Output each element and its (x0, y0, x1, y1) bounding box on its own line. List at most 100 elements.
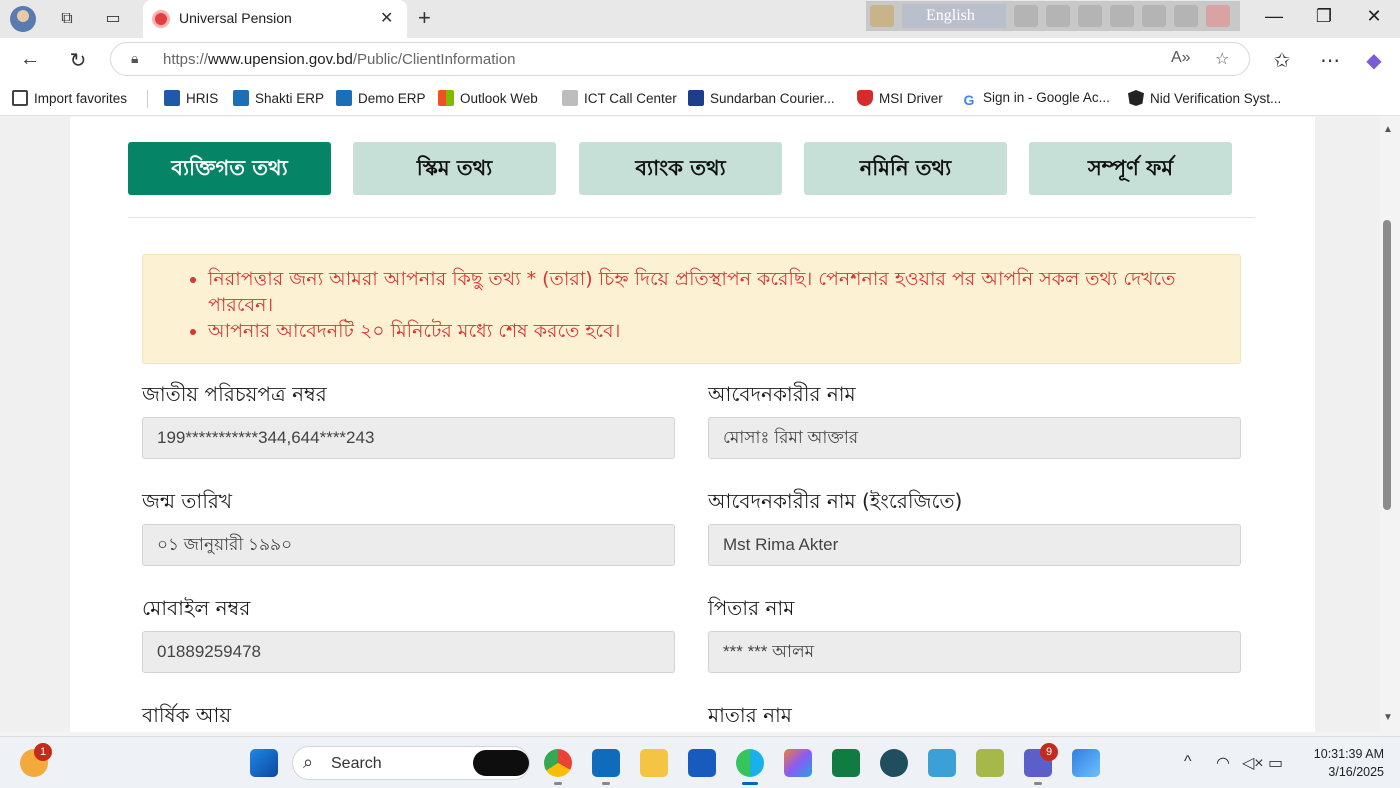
globe-icon[interactable] (1142, 5, 1166, 27)
warning-alert: নিরাপত্তার জন্য আমরা আপনার কিছু তথ্য * (… (142, 254, 1241, 364)
step-bank-info[interactable]: ব্যাংক তথ্য (579, 142, 782, 195)
profile-avatar[interactable] (10, 6, 36, 32)
refresh-icon[interactable]: ↻ (66, 48, 90, 73)
tab-actions-icon[interactable]: ▭ (102, 8, 124, 30)
mouse-icon[interactable] (1078, 5, 1102, 27)
demo-erp-icon (336, 90, 352, 106)
step-personal-info[interactable]: ব্যক্তিগত তথ্য (128, 142, 331, 195)
restore-window-icon[interactable]: ❐ (1304, 6, 1344, 27)
form-container: ব্যক্তিগত তথ্য স্কিম তথ্য ব্যাংক তথ্য নম… (70, 117, 1315, 732)
step-complete-form[interactable]: সম্পূর্ণ ফর্ম (1029, 142, 1232, 195)
netbeans-icon[interactable] (880, 749, 908, 777)
nid-field[interactable]: 199***********344,644****243 (142, 417, 675, 459)
more-menu-icon[interactable]: ⋯ (1318, 48, 1342, 73)
bookmark-shakti-erp[interactable]: Shakti ERP (233, 90, 324, 106)
toolbar-close-icon[interactable] (1206, 5, 1230, 27)
mobile-field[interactable]: 01889259478 (142, 631, 675, 673)
edge-icon[interactable] (736, 749, 764, 777)
chrome-icon[interactable] (544, 749, 572, 777)
applicant-name-en-field[interactable]: Mst Rima Akter (708, 524, 1241, 566)
mother-name-label: মাতার নাম (708, 703, 792, 727)
show-hidden-icons-icon[interactable]: ^ (1184, 753, 1192, 771)
bookmark-google-sign-in[interactable]: G Sign in - Google Ac... (961, 90, 1110, 108)
language-select[interactable]: English (902, 4, 1006, 28)
clock-date: 3/16/2025 (1328, 765, 1384, 779)
applicant-name-field[interactable]: মোসাঃ রিমা আক্তার (708, 417, 1241, 459)
address-bar[interactable]: 🔒︎ https://www.upension.gov.bd/Public/Cl… (110, 42, 1250, 76)
step-nominee-info[interactable]: নমিনি তথ্য (804, 142, 1007, 195)
app-icon[interactable] (976, 749, 1004, 777)
remote-desktop-icon[interactable] (928, 749, 956, 777)
search-icon: ⌕ (303, 752, 314, 772)
search-label: Search (331, 755, 382, 772)
scroll-up-arrow-icon[interactable]: ▲ (1383, 124, 1393, 135)
scroll-thumb[interactable] (1383, 220, 1391, 510)
father-name-label: পিতার নাম (708, 596, 795, 620)
google-icon: G (963, 92, 975, 108)
navigation-bar: ← ↻ 🔒︎ https://www.upension.gov.bd/Publi… (0, 38, 1400, 82)
excel-icon[interactable] (832, 749, 860, 777)
bookmark-import-favorites[interactable]: Import favorites (12, 90, 127, 106)
father-name-field[interactable]: *** *** আলম (708, 631, 1241, 673)
scroll-down-arrow-icon[interactable]: ▼ (1383, 712, 1393, 723)
wifi-icon[interactable]: ◠ (1216, 753, 1230, 773)
read-aloud-icon[interactable]: A» (1171, 49, 1191, 67)
tab-title: Universal Pension (179, 10, 292, 26)
tab-close-icon[interactable]: ✕ (380, 8, 393, 28)
volume-muted-icon[interactable]: ◁× (1242, 753, 1264, 773)
start-windows-icon[interactable] (250, 749, 278, 777)
copilot-app-icon[interactable] (784, 749, 812, 777)
bookmarks-bar: Import favorites HRIS Shakti ERP Demo ER… (0, 82, 1400, 116)
favorite-star-icon[interactable]: ☆ (1215, 49, 1229, 69)
photos-icon[interactable] (1072, 749, 1100, 777)
alert-item-time-limit: আপনার আবেদনটি ২০ মিনিটের মধ্যে শেষ করতে … (208, 318, 1228, 344)
bookmark-nid-verification[interactable]: Nid Verification Syst... (1128, 90, 1281, 106)
favorites-icon[interactable]: ✩ (1270, 48, 1294, 73)
minimize-toolbar-icon[interactable] (1046, 5, 1070, 27)
msi-shield-icon (857, 90, 873, 106)
battery-icon[interactable]: ▭ (1268, 753, 1283, 773)
nid-label: জাতীয় পরিচয়পত্র নম্বর (142, 382, 327, 406)
bookmark-sundarban-courier[interactable]: Sundarban Courier... (688, 90, 835, 106)
word-icon[interactable] (688, 749, 716, 777)
site-info-icon[interactable]: 🔒︎ (131, 50, 138, 67)
system-clock[interactable]: 10:31:39 AM 3/16/2025 (1300, 745, 1384, 781)
import-icon (12, 90, 28, 106)
bookmark-msi-driver[interactable]: MSI Driver (857, 90, 943, 106)
bookmark-ict-call-center[interactable]: ICT Call Center (562, 90, 677, 106)
bookmark-outlook-web[interactable]: Outlook Web (438, 90, 538, 106)
copilot-icon[interactable]: ◆ (1362, 48, 1386, 73)
translator-logo-icon (870, 5, 894, 27)
url-text[interactable]: https://www.upension.gov.bd/Public/Clien… (163, 51, 515, 68)
mobile-label: মোবাইল নম্বর (142, 596, 251, 620)
page-viewport: ব্যক্তিগত তথ্য স্কিম তথ্য ব্যাংক তথ্য নম… (0, 117, 1400, 732)
dob-label: জন্ম তারিখ (142, 489, 233, 513)
step-scheme-info[interactable]: স্কিম তথ্য (353, 142, 556, 195)
annual-income-label: বার্ষিক আয় (142, 703, 232, 727)
teams-badge: 9 (1040, 743, 1058, 761)
back-icon[interactable]: ← (18, 48, 42, 71)
workspaces-icon[interactable]: ⧉ (56, 8, 78, 30)
bookmark-demo-erp[interactable]: Demo ERP (336, 90, 426, 106)
title-bar: ⧉ ▭ Universal Pension ✕ + English — ❐ ✕ (0, 0, 1400, 38)
minimize-window-icon[interactable]: — (1254, 6, 1294, 27)
shakti-erp-icon (233, 90, 249, 106)
bookmark-separator (147, 90, 148, 108)
help-icon[interactable] (1174, 5, 1198, 27)
divider (128, 217, 1255, 218)
site-favicon-icon (152, 10, 170, 28)
bookmark-hris[interactable]: HRIS (164, 90, 218, 106)
close-window-icon[interactable]: ✕ (1354, 6, 1394, 27)
microsoft-icon (438, 90, 454, 106)
applicant-name-en-label: আবেদনকারীর নাম (ইংরেজিতে) (708, 489, 963, 513)
dob-field[interactable]: ০১ জানুয়ারী ১৯৯০ (142, 524, 675, 566)
settings-icon[interactable] (1110, 5, 1134, 27)
taskbar: 1 ⌕ Search 9 ^ ◠ ◁× ▭ 10:31:39 AM 3/16/2… (0, 736, 1400, 788)
new-tab-icon[interactable]: + (418, 5, 431, 31)
ict-call-center-icon (562, 90, 578, 106)
file-explorer-icon[interactable] (640, 749, 668, 777)
hris-icon (164, 90, 180, 106)
taskbar-search-box[interactable]: ⌕ Search (292, 746, 530, 780)
outlook-icon[interactable] (592, 749, 620, 777)
dropdown-arrow-icon[interactable] (1014, 5, 1038, 27)
